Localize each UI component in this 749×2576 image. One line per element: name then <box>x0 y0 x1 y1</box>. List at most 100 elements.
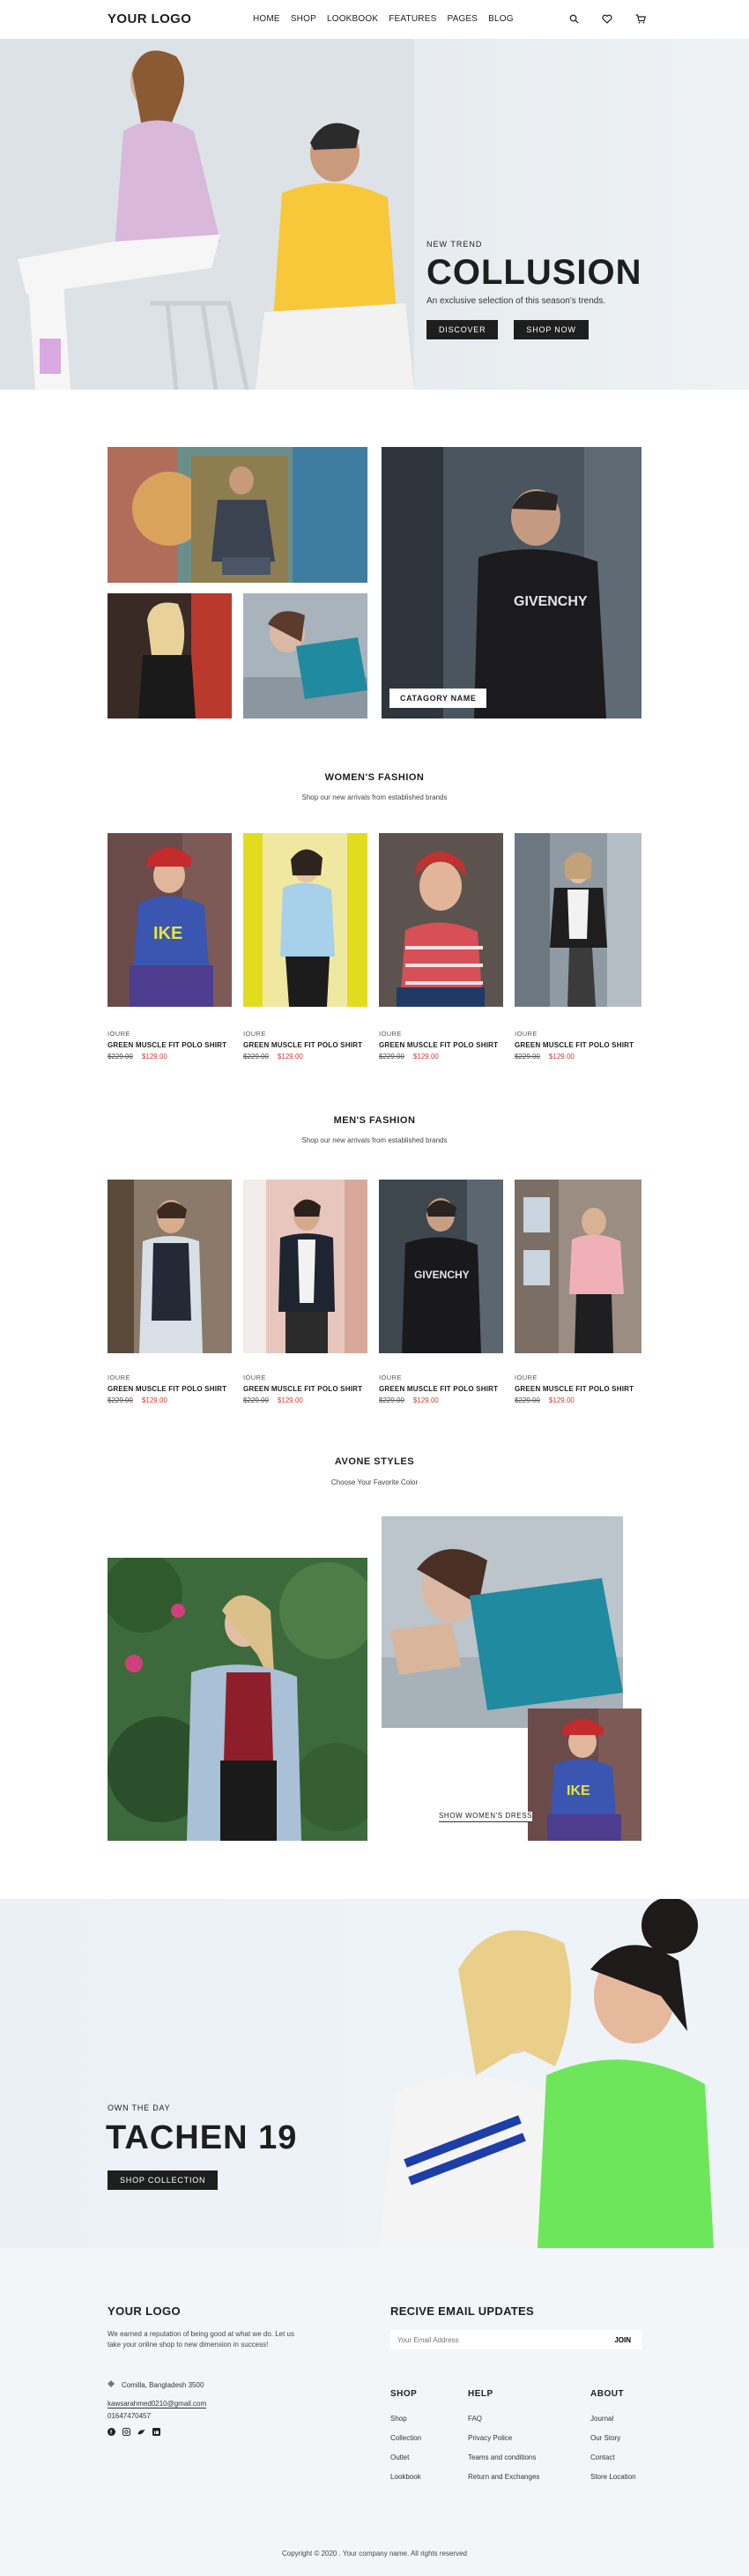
sale-price: $129.00 <box>412 1396 439 1404</box>
footer-link[interactable]: Journal <box>590 2415 636 2423</box>
nav-home[interactable]: HOME <box>253 14 280 24</box>
nav-lookbook[interactable]: LOOKBOOK <box>327 14 378 24</box>
site-footer: YOUR LOGO We earned a reputation of bein… <box>0 2248 749 2576</box>
nav-features[interactable]: FEATURES <box>389 14 436 24</box>
discover-button[interactable]: DISCOVER <box>426 320 499 339</box>
sale-price: $129.00 <box>277 1053 303 1061</box>
old-price: $229.00 <box>108 1396 133 1404</box>
sale-price: $129.00 <box>548 1053 575 1061</box>
twitter-icon[interactable] <box>137 2428 145 2436</box>
location-icon <box>108 2380 115 2389</box>
banner-title: TACHEN 19 <box>106 2119 298 2156</box>
social-links: f <box>108 2428 160 2436</box>
old-price: $229.00 <box>243 1396 269 1404</box>
nav-shop[interactable]: SHOP <box>291 14 316 24</box>
nav-pages[interactable]: PAGES <box>447 14 478 24</box>
style-image-3[interactable]: IKE <box>528 1709 641 1841</box>
style-image-1[interactable] <box>108 1558 367 1841</box>
product-image[interactable] <box>108 1180 232 1353</box>
sale-price: $129.00 <box>141 1053 167 1061</box>
site-header: YOUR LOGO HOME SHOP LOOKBOOK FEATURES PA… <box>0 0 749 39</box>
footer-link[interactable]: Contact <box>590 2453 636 2461</box>
product-image[interactable]: IKE <box>108 833 232 1007</box>
footer-link[interactable]: Shop <box>390 2415 421 2423</box>
product-name[interactable]: GREEN MUSCLE FIT POLO SHIRT <box>515 1041 642 1049</box>
category-image-1[interactable] <box>108 447 367 583</box>
footer-about-text: We earned a reputation of being good at … <box>108 2330 294 2349</box>
banner-tag: OWN THE DAY <box>108 2103 171 2112</box>
product-image[interactable]: GIVENCHY <box>379 1180 503 1353</box>
product-brand: IOURE <box>108 1030 130 1038</box>
men-section-subtitle: Shop our new arrivals from established b… <box>301 1136 448 1144</box>
footer-link[interactable]: Store Location <box>590 2473 636 2481</box>
svg-text:GIVENCHY: GIVENCHY <box>514 594 588 609</box>
product-name[interactable]: GREEN MUSCLE FIT POLO SHIRT <box>515 1385 642 1393</box>
product-name[interactable]: GREEN MUSCLE FIT POLO SHIRT <box>243 1385 371 1393</box>
show-womens-dress-link[interactable]: SHOW WOMEN'S DRESS <box>439 1812 533 1822</box>
site-logo[interactable]: YOUR LOGO <box>108 11 191 26</box>
category-image-3[interactable] <box>243 593 367 718</box>
product-card: IOURE GREEN MUSCLE FIT POLO SHIRT $229.0… <box>515 1030 642 1061</box>
product-image[interactable] <box>515 833 641 1007</box>
footer-link[interactable]: FAQ <box>468 2415 539 2423</box>
facebook-icon[interactable]: f <box>108 2428 115 2436</box>
page: YOUR LOGO HOME SHOP LOOKBOOK FEATURES PA… <box>0 0 749 2576</box>
instagram-icon[interactable] <box>122 2428 130 2436</box>
product-image[interactable] <box>243 833 367 1007</box>
svg-text:IKE: IKE <box>567 1783 590 1798</box>
product-name[interactable]: GREEN MUSCLE FIT POLO SHIRT <box>108 1041 235 1049</box>
category-name-label[interactable]: CATAGORY NAME <box>389 689 487 708</box>
product-name[interactable]: GREEN MUSCLE FIT POLO SHIRT <box>108 1385 235 1393</box>
women-section-subtitle: Shop our new arrivals from established b… <box>301 793 448 801</box>
product-image[interactable] <box>243 1180 367 1353</box>
shop-now-button[interactable]: SHOP NOW <box>514 320 589 339</box>
footer-link[interactable]: Outlet <box>390 2453 421 2461</box>
hero-buttons: DISCOVER SHOP NOW <box>426 320 642 339</box>
men-section-title: MEN'S FASHION <box>333 1115 416 1126</box>
footer-phone: 01647470457 <box>108 2412 151 2420</box>
nav-blog[interactable]: BLOG <box>488 14 514 24</box>
footer-link[interactable]: Collection <box>390 2434 421 2442</box>
category-image-large[interactable]: GIVENCHY <box>382 447 641 718</box>
product-brand: IOURE <box>515 1374 538 1381</box>
linkedin-icon[interactable] <box>152 2428 160 2436</box>
old-price: $229.00 <box>243 1053 269 1061</box>
product-name[interactable]: GREEN MUSCLE FIT POLO SHIRT <box>379 1041 507 1049</box>
footer-link[interactable]: Return and Exchanges <box>468 2473 539 2481</box>
newsletter-join-button[interactable]: JOIN <box>604 2336 641 2344</box>
footer-link[interactable]: Our Story <box>590 2434 636 2442</box>
newsletter-title: RECIVE EMAIL UPDATES <box>390 2304 534 2318</box>
product-name[interactable]: GREEN MUSCLE FIT POLO SHIRT <box>243 1041 371 1049</box>
product-image[interactable] <box>379 833 503 1007</box>
copyright-text: Copyright © 2020 . Your company name. Al… <box>281 2550 467 2557</box>
category-image-2[interactable] <box>108 593 232 718</box>
product-name[interactable]: GREEN MUSCLE FIT POLO SHIRT <box>379 1385 507 1393</box>
hero-text: NEW TREND COLLUSION An exclusive selecti… <box>426 240 642 339</box>
footer-link[interactable]: Lookbook <box>390 2473 421 2481</box>
footer-email[interactable]: kawsarahmed0210@gmail.com <box>108 2400 207 2408</box>
styles-section-title: AVONE STYLES <box>334 1456 415 1467</box>
product-image[interactable] <box>515 1180 641 1353</box>
old-price: $229.00 <box>379 1396 404 1404</box>
shop-collection-button[interactable]: SHOP COLLECTION <box>108 2170 219 2190</box>
footer-link[interactable]: Privacy Police <box>468 2434 539 2442</box>
footer-column-title: HELP <box>468 2389 493 2399</box>
cart-icon[interactable] <box>634 11 648 26</box>
product-card: IOURE GREEN MUSCLE FIT POLO SHIRT $229.0… <box>515 1374 642 1404</box>
product-brand: IOURE <box>243 1374 266 1381</box>
promo-banner: OWN THE DAY TACHEN 19 SHOP COLLECTION <box>0 1899 749 2248</box>
footer-column-help: HELP FAQ Privacy Police Teams and condit… <box>468 2389 539 2492</box>
hero-subtitle: An exclusive selection of this season's … <box>426 296 606 306</box>
search-icon[interactable] <box>567 11 581 26</box>
styles-section-subtitle: Choose Your Favorite Color <box>330 1478 419 1486</box>
newsletter-email-input[interactable] <box>390 2335 604 2344</box>
style-image-2[interactable] <box>382 1516 623 1728</box>
sale-price: $129.00 <box>548 1396 575 1404</box>
newsletter-form: JOIN <box>390 2330 641 2349</box>
sale-price: $129.00 <box>277 1396 303 1404</box>
old-price: $229.00 <box>515 1396 540 1404</box>
product-card: IOURE GREEN MUSCLE FIT POLO SHIRT $229.0… <box>108 1374 235 1404</box>
footer-logo[interactable]: YOUR LOGO <box>108 2304 181 2318</box>
footer-link[interactable]: Teams and conditions <box>468 2453 539 2461</box>
heart-icon[interactable] <box>600 11 614 26</box>
